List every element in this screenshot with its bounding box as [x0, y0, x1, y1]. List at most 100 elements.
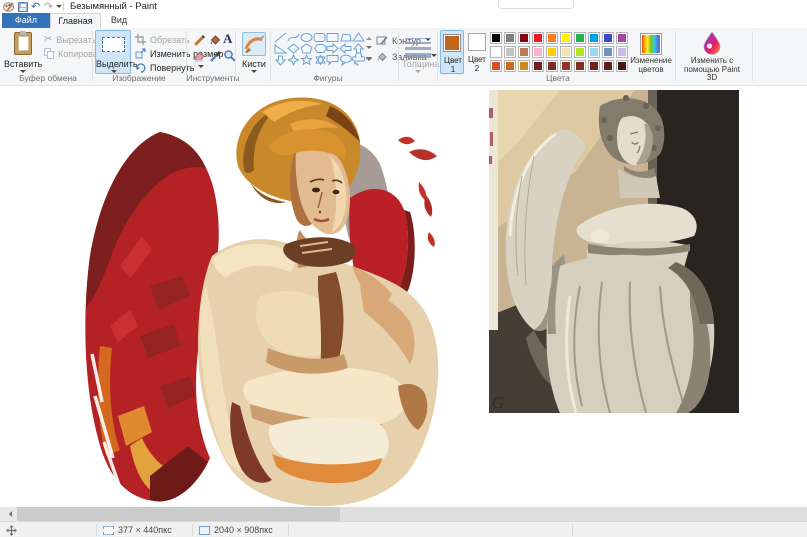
shape-rectangle[interactable]	[327, 34, 338, 42]
palette-swatch[interactable]	[588, 46, 600, 58]
edit-with-paint3d-button[interactable]: Изменить с помощью Paint 3D	[678, 30, 746, 74]
tab-view[interactable]: Вид	[101, 13, 137, 28]
palette-swatch[interactable]	[574, 60, 586, 72]
palette-swatch[interactable]	[616, 60, 628, 72]
shape-left-arrow[interactable]	[340, 44, 351, 53]
paste-button[interactable]: Вставить	[4, 30, 42, 74]
reference-photo: G	[489, 90, 739, 413]
rotate-button[interactable]: Повернуть	[135, 62, 204, 73]
paste-label: Вставить	[4, 59, 42, 69]
brushes-icon-frame	[242, 32, 266, 56]
tab-home[interactable]: Главная	[50, 13, 101, 28]
palette-swatch[interactable]	[504, 46, 516, 58]
palette-row-3	[490, 60, 628, 72]
palette-swatch[interactable]	[504, 32, 516, 44]
palette-swatch[interactable]	[588, 32, 600, 44]
shape-diamond[interactable]	[288, 44, 299, 53]
palette-swatch[interactable]	[490, 32, 502, 44]
shapes-expand-icon[interactable]	[366, 57, 372, 64]
edit-with-paint3d-label: Изменить с помощью Paint 3D	[678, 57, 746, 83]
shape-oval[interactable]	[301, 34, 312, 42]
scissors-icon: ✂	[44, 34, 52, 45]
color-picker-tool[interactable]	[208, 49, 222, 63]
ribbon-tabs: Файл Главная Вид	[0, 13, 807, 28]
color2-label: Цвет	[466, 55, 488, 64]
palette-swatch[interactable]	[560, 60, 572, 72]
shape-pentagon[interactable]	[301, 44, 312, 53]
color1-button[interactable]: Цвет 1	[440, 30, 464, 74]
shape-rounded-rectangle[interactable]	[314, 34, 325, 42]
shape-down-arrow[interactable]	[276, 56, 285, 65]
cut-button[interactable]: ✂ Вырезать	[44, 34, 96, 45]
pencil-tool[interactable]	[192, 33, 206, 47]
horizontal-scrollbar[interactable]	[0, 507, 807, 521]
group-divider	[675, 31, 676, 81]
shape-line[interactable]	[275, 33, 286, 42]
palette-swatch[interactable]	[546, 32, 558, 44]
palette-swatch[interactable]	[602, 60, 614, 72]
crop-button[interactable]: Обрезать	[135, 34, 190, 45]
drawing-canvas[interactable]: G	[0, 86, 807, 507]
palette-swatch[interactable]	[616, 32, 628, 44]
color1-swatch	[443, 34, 461, 52]
palette-swatch[interactable]	[532, 46, 544, 58]
scrollbar-thumb[interactable]	[17, 507, 340, 521]
size-button[interactable]: Толщина	[402, 30, 434, 74]
palette-swatch[interactable]	[588, 60, 600, 72]
color2-button[interactable]: Цвет 2	[466, 30, 488, 74]
shape-six-point-star[interactable]	[316, 56, 325, 65]
shape-curve[interactable]	[288, 34, 299, 41]
shape-oval-callout[interactable]	[341, 55, 352, 65]
shape-up-arrow[interactable]	[354, 44, 363, 53]
shape-four-point-star[interactable]	[289, 55, 299, 65]
group-divider	[398, 31, 399, 81]
copy-icon	[44, 48, 54, 59]
palette-swatch[interactable]	[518, 46, 530, 58]
palette-swatch[interactable]	[546, 60, 558, 72]
shapes-scroll-down-icon[interactable]	[366, 46, 372, 52]
palette-swatch[interactable]	[532, 60, 544, 72]
save-icon[interactable]	[18, 2, 28, 12]
shape-polygon[interactable]	[341, 34, 351, 41]
brushes-button[interactable]: Кисти	[238, 30, 270, 74]
fill-tool[interactable]	[208, 33, 222, 47]
shape-right-triangle[interactable]	[275, 45, 286, 53]
palette-swatch[interactable]	[504, 60, 516, 72]
size-label: Толщина	[402, 59, 434, 69]
palette-swatch[interactable]	[616, 46, 628, 58]
palette-swatch[interactable]	[490, 60, 502, 72]
palette-swatch[interactable]	[560, 32, 572, 44]
edit-colors-button[interactable]: Изменение цветов	[630, 30, 672, 74]
palette-swatch[interactable]	[518, 32, 530, 44]
palette-swatch[interactable]	[532, 32, 544, 44]
palette-swatch[interactable]	[574, 32, 586, 44]
palette-swatch[interactable]	[602, 46, 614, 58]
shape-five-point-star[interactable]	[302, 55, 312, 64]
palette-swatch[interactable]	[560, 46, 572, 58]
paint3d-icon	[702, 31, 722, 55]
palette-swatch[interactable]	[490, 46, 502, 58]
palette-swatch[interactable]	[574, 46, 586, 58]
painting-angel	[85, 97, 438, 506]
group-divider	[752, 31, 753, 81]
qat-dropdown-icon[interactable]	[56, 5, 62, 11]
select-button[interactable]: Выделить	[95, 30, 131, 74]
shape-gallery[interactable]	[274, 32, 365, 66]
shape-cloud-callout[interactable]	[352, 53, 364, 65]
select-icon	[102, 37, 125, 52]
shapes-scroll-up-icon[interactable]	[366, 34, 372, 40]
tab-file[interactable]: Файл	[2, 13, 50, 28]
crop-label: Обрезать	[150, 35, 190, 45]
palette-swatch[interactable]	[518, 60, 530, 72]
shape-hexagon[interactable]	[315, 45, 327, 53]
scroll-left-button[interactable]	[0, 507, 17, 521]
undo-icon[interactable]: ↶	[31, 0, 40, 13]
palette-swatch[interactable]	[602, 32, 614, 44]
shape-triangle[interactable]	[353, 33, 364, 41]
shape-rounded-callout[interactable]	[327, 56, 338, 65]
shape-right-arrow[interactable]	[327, 44, 338, 53]
selection-size-icon	[103, 526, 114, 535]
palette-swatch[interactable]	[546, 46, 558, 58]
divider	[63, 2, 64, 11]
eraser-tool[interactable]	[192, 49, 206, 63]
